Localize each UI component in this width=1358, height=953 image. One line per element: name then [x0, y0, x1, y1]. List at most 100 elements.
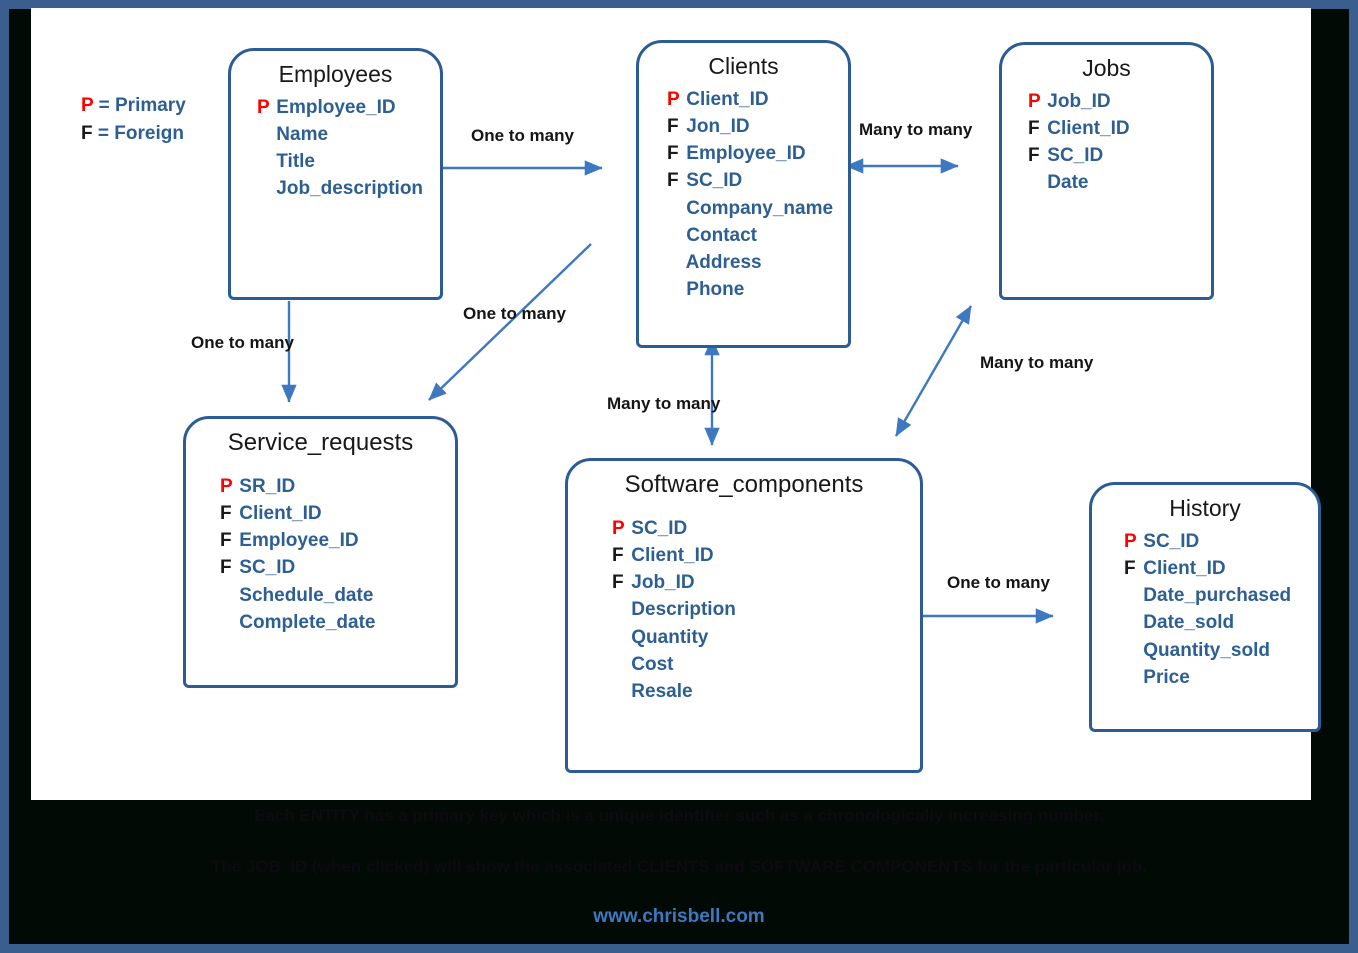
- attribute-name: Schedule_date: [234, 584, 374, 606]
- diagram-canvas: P = Primary F = Foreign Employees P Emplo…: [31, 8, 1321, 800]
- entity-history[interactable]: History P SC_ID F Client_ID Date_purchased…: [1089, 482, 1321, 732]
- attribute-name: Date: [1042, 172, 1089, 194]
- relationship-label-employees-service-requests: One to many: [191, 333, 294, 352]
- relationship-label-clients-service-requests: One to many: [463, 304, 566, 323]
- attribute-name: Resale: [626, 680, 693, 702]
- attribute-row: Phone: [667, 276, 848, 303]
- attribute-row: Date_sold: [1124, 609, 1318, 636]
- attribute-name: Quantity_sold: [1138, 639, 1270, 661]
- attribute-row: P SR_ID: [220, 473, 455, 500]
- attribute-row: F Jon_ID: [667, 113, 848, 140]
- attribute-row: Quantity: [612, 624, 920, 651]
- attribute-row: P Job_ID: [1028, 88, 1211, 115]
- relationship-label-clients-jobs: Many to many: [859, 120, 973, 139]
- attribute-row: F Client_ID: [1028, 115, 1211, 142]
- primary-key-marker: P: [257, 97, 270, 118]
- legend-primary: P = Primary: [81, 92, 186, 120]
- entity-title-history: History: [1169, 495, 1241, 521]
- primary-key-marker: P: [220, 476, 233, 497]
- attribute-row: Complete_date: [220, 609, 455, 636]
- note-primary-key: Each ENTITY has a primary key which is a…: [254, 806, 1104, 825]
- attribute-row: Description: [612, 596, 920, 623]
- attribute-name: Company_name: [681, 197, 834, 219]
- foreign-key-marker: F: [1028, 145, 1040, 167]
- entity-service-requests[interactable]: Service_requests P SR_ID F Client_ID F Empl…: [183, 416, 458, 688]
- attribute-row: F Employee_ID: [220, 527, 455, 554]
- attribute-name: Address: [681, 251, 762, 273]
- entity-software-components[interactable]: Software_components P SC_ID F Client_ID F J…: [565, 458, 923, 773]
- attribute-name: Cost: [626, 653, 674, 675]
- foreign-key-marker: F: [220, 530, 232, 552]
- attribute-row: P SC_ID: [612, 515, 920, 542]
- attribute-name: Description: [626, 599, 736, 621]
- attribute-name: SC_ID: [1042, 145, 1104, 167]
- attribute-name: Client_ID: [626, 545, 714, 567]
- attribute-name: Client_ID: [1042, 118, 1130, 140]
- attribute-list: P Employee_ID Name Title Job_description: [231, 92, 440, 203]
- attribute-name: Phone: [681, 279, 745, 301]
- primary-key-marker: P: [667, 89, 680, 110]
- attribute-row: F Job_ID: [612, 569, 920, 596]
- diagram-screen: P = Primary F = Foreign Employees P Emplo…: [0, 0, 1358, 953]
- attribute-list: P SR_ID F Client_ID F Employee_ID F SC_ID S…: [186, 461, 455, 636]
- entity-title-service-requests: Service_requests: [227, 429, 414, 456]
- entity-clients[interactable]: Clients P Client_ID F Jon_ID F Employee_ID F…: [636, 40, 851, 348]
- attribute-name: Job_ID: [1042, 91, 1111, 112]
- attribute-name: SC_ID: [626, 518, 688, 539]
- attribute-row: Contact: [667, 222, 848, 249]
- attribute-name: SR_ID: [234, 476, 296, 497]
- entity-title-employees: Employees: [278, 61, 393, 87]
- attribute-row: P SC_ID: [1124, 528, 1318, 555]
- attribute-name: Contact: [681, 224, 757, 246]
- entity-jobs[interactable]: Jobs P Job_ID F Client_ID F SC_ID Date: [999, 42, 1214, 300]
- foreign-key-marker: F: [220, 503, 232, 525]
- attribute-row: F SC_ID: [667, 167, 848, 194]
- attribute-list: P Client_ID F Jon_ID F Employee_ID F SC_ID …: [639, 84, 848, 303]
- attribute-name: Client_ID: [681, 89, 769, 110]
- arrow-jobs-software-components: [894, 305, 973, 437]
- attribute-row: F Client_ID: [612, 542, 920, 569]
- primary-key-marker: P: [1028, 91, 1041, 112]
- foreign-key-marker: F: [667, 116, 679, 138]
- attribute-name: Employee_ID: [681, 143, 806, 165]
- foreign-key-marker: F: [612, 572, 624, 594]
- foreign-key-marker: F: [1124, 558, 1136, 580]
- attribute-name: Job_ID: [626, 572, 695, 594]
- attribute-name: SC_ID: [681, 170, 743, 192]
- footer-url[interactable]: www.chrisbell.com: [0, 906, 1358, 928]
- foreign-key-marker: F: [220, 557, 232, 579]
- attribute-row: Date_purchased: [1124, 582, 1318, 609]
- attribute-row: Company_name: [667, 195, 848, 222]
- primary-key-marker: P: [1124, 531, 1137, 552]
- attribute-row: Name: [257, 121, 440, 148]
- note-job-id: The JOB_ID (when clicked) will show the …: [210, 857, 1148, 876]
- entity-employees[interactable]: Employees P Employee_ID Name Title Job_de…: [228, 48, 443, 300]
- entity-title-software-components: Software_components: [624, 471, 864, 498]
- attribute-row: Title: [257, 148, 440, 175]
- relationship-label-jobs-software-components: Many to many: [980, 353, 1094, 372]
- entity-title-jobs: Jobs: [1082, 55, 1131, 81]
- attribute-row: Resale: [612, 678, 920, 705]
- foreign-key-marker: F: [612, 545, 624, 567]
- attribute-name: Client_ID: [234, 503, 322, 525]
- key-legend: P = Primary F = Foreign: [81, 92, 186, 147]
- attribute-row: Schedule_date: [220, 582, 455, 609]
- attribute-row: Job_description: [257, 175, 440, 202]
- attribute-name: Date_sold: [1138, 612, 1235, 634]
- attribute-row: F SC_ID: [1028, 142, 1211, 169]
- legend-foreign-key: F: [81, 122, 93, 144]
- attribute-list: P Job_ID F Client_ID F SC_ID Date: [1002, 86, 1211, 197]
- attribute-list: P SC_ID F Client_ID F Job_ID Description Q…: [568, 503, 920, 705]
- entity-title-clients: Clients: [708, 53, 779, 79]
- legend-primary-sep: =: [93, 95, 115, 116]
- primary-key-marker: P: [612, 518, 625, 539]
- legend-primary-key: P: [81, 95, 94, 116]
- attribute-name: Employee_ID: [234, 530, 359, 552]
- legend-foreign: F = Foreign: [81, 120, 186, 148]
- legend-primary-label: Primary: [115, 95, 186, 116]
- attribute-name: Price: [1138, 666, 1190, 688]
- foreign-key-marker: F: [667, 170, 679, 192]
- attribute-row: Date: [1028, 169, 1211, 196]
- attribute-row: P Client_ID: [667, 86, 848, 113]
- foreign-key-marker: F: [1028, 118, 1040, 140]
